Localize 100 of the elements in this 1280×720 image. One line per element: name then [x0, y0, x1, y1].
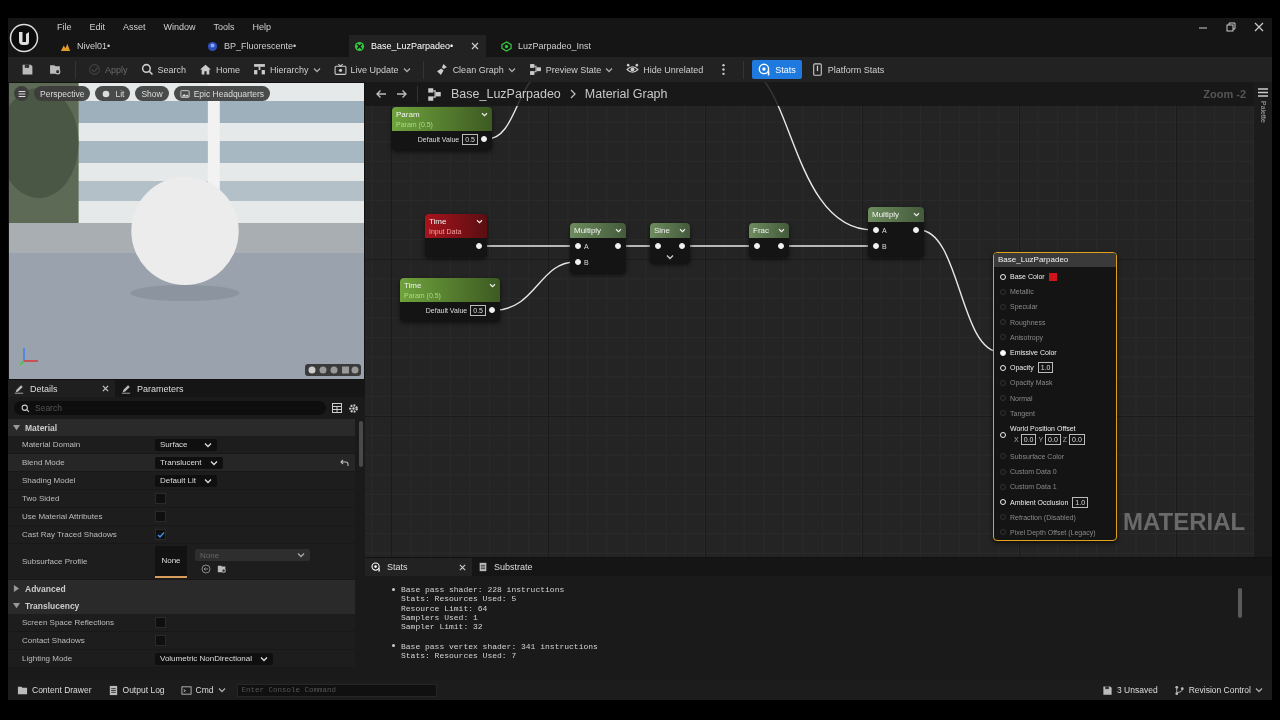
scrollbar[interactable] [359, 421, 363, 467]
tab-label: LuzParpadeo_Inst [518, 41, 592, 51]
dropdown[interactable]: Volumetric NonDirectional [155, 652, 274, 665]
document-tab[interactable]: Nivel01• [55, 35, 192, 57]
stats-line: Stats: Resources Used: 5 [401, 594, 517, 604]
panel-tab[interactable]: Parameters [115, 380, 222, 397]
toolbar-button[interactable]: Platform Stats [806, 60, 889, 79]
caret-icon [204, 441, 212, 448]
output-pin[interactable] [679, 243, 685, 249]
menu-item[interactable]: Window [155, 21, 204, 32]
menu-item[interactable]: Tools [205, 21, 243, 32]
node-header[interactable]: Multiply [868, 207, 924, 222]
toolbar-button[interactable]: Clean Graph [431, 60, 520, 79]
caret-icon [204, 477, 213, 484]
restore-icon[interactable] [1226, 21, 1236, 32]
home-icon [199, 63, 213, 76]
property-label: Shading Model [21, 476, 77, 485]
asset-thumbnail[interactable]: None [155, 545, 187, 578]
toolbar-button[interactable]: Stats [752, 60, 802, 79]
status-button[interactable]: Revision Control [1168, 682, 1268, 698]
toolbar-button[interactable]: Preview State [524, 60, 618, 79]
document-tab[interactable]: LuzParpadeo_Inst [496, 35, 633, 57]
document-tab[interactable]: BP_Fluorescente• [202, 35, 339, 57]
viewport-button[interactable]: Epic Headquarters [173, 86, 271, 101]
folder-search-icon [217, 564, 227, 574]
caret-icon[interactable] [913, 212, 920, 217]
scrollbar[interactable] [1238, 588, 1242, 618]
checkbox[interactable] [155, 635, 166, 646]
menu-icon [16, 88, 27, 99]
preview-shape-icon[interactable] [305, 364, 361, 376]
status-button[interactable]: Content Drawer [12, 682, 97, 698]
output-pin[interactable] [489, 307, 495, 313]
material-output-node[interactable] [993, 252, 1117, 541]
section-header[interactable]: Advanced [8, 580, 355, 597]
caret-icon[interactable] [481, 112, 488, 117]
close-icon[interactable] [459, 563, 466, 571]
checkbox[interactable] [155, 511, 166, 522]
eye-icon [626, 63, 640, 76]
table-view-icon[interactable] [332, 403, 342, 413]
output-pin[interactable] [913, 227, 919, 233]
dropdown[interactable]: Default Lit [155, 474, 218, 487]
node-header[interactable]: Sine [650, 223, 690, 238]
status-button[interactable]: Cmd [175, 682, 231, 698]
panel-tab[interactable]: Details [8, 380, 115, 397]
node-title: Time [404, 280, 422, 291]
viewport-button[interactable]: Show [135, 86, 169, 101]
menu-item[interactable]: Asset [115, 21, 154, 32]
dropdown[interactable]: Surface [155, 438, 217, 451]
breadcrumb-link[interactable]: Material Graph [584, 87, 668, 101]
panel-tab[interactable]: Stats [365, 558, 472, 576]
caret-icon [605, 66, 614, 73]
node-header[interactable]: Frac [749, 223, 789, 238]
viewport-button[interactable]: Lit [95, 86, 131, 101]
toolbar-button[interactable]: Home [195, 60, 245, 79]
close-icon[interactable] [1254, 21, 1264, 32]
close-icon[interactable] [471, 42, 479, 50]
save-icon [21, 63, 34, 76]
arrow-left-circle-icon[interactable] [201, 564, 211, 574]
stats-line: Sampler Limit: 32 [401, 622, 483, 632]
graph-node[interactable]: Sine [650, 223, 690, 263]
menu-item[interactable]: Help [244, 21, 280, 32]
search-field[interactable]: Search [14, 401, 326, 415]
menu-item[interactable]: File [49, 21, 80, 32]
close-icon[interactable] [102, 385, 109, 392]
reset-arrow-icon[interactable] [340, 458, 349, 467]
caret-icon[interactable] [679, 228, 686, 233]
breadcrumb-link[interactable]: Base_LuzParpadeo [451, 87, 561, 101]
output-pin[interactable] [476, 243, 482, 249]
caret-icon[interactable] [489, 283, 496, 288]
settings-icon[interactable] [348, 402, 359, 414]
checkbox[interactable] [155, 617, 166, 628]
panel-tab[interactable]: Substrate [472, 558, 579, 576]
section-header[interactable]: Material [8, 419, 355, 436]
viewport-button[interactable]: Perspective [34, 86, 91, 101]
toolbar-button[interactable]: Live Update [329, 60, 415, 79]
checkbox[interactable] [155, 529, 166, 540]
output-pin[interactable] [615, 243, 621, 249]
status-button[interactable]: 3 Unsaved [1097, 682, 1163, 698]
checkbox[interactable] [155, 493, 166, 504]
caret-icon[interactable] [778, 228, 785, 233]
caret-icon[interactable] [615, 228, 622, 233]
graph-node[interactable]: Frac [749, 223, 789, 257]
output-pin[interactable] [778, 243, 784, 249]
color-swatch[interactable] [1048, 272, 1057, 281]
toolbar-button[interactable]: Hierarchy [249, 60, 325, 79]
forward-arrow-icon[interactable] [396, 89, 408, 99]
toolbar-button[interactable]: Search [136, 60, 191, 79]
section-header[interactable]: Translucency [8, 597, 355, 614]
back-arrow-icon[interactable] [375, 89, 387, 99]
menu-item[interactable]: Edit [81, 21, 114, 32]
output-pin[interactable] [481, 136, 487, 142]
node-header[interactable]: Base_LuzParpadeo [994, 253, 1116, 267]
dropdown[interactable]: Translucent [155, 456, 223, 469]
document-tab[interactable]: Base_LuzParpadeo• [349, 35, 486, 57]
toolbar-button[interactable]: Hide Unrelated [622, 60, 708, 79]
engine-logo[interactable] [9, 22, 39, 53]
status-button[interactable]: Output Log [102, 682, 170, 698]
caret-icon[interactable] [476, 219, 483, 224]
terminal-icon [180, 684, 192, 696]
node-header[interactable]: Multiply [570, 223, 626, 238]
